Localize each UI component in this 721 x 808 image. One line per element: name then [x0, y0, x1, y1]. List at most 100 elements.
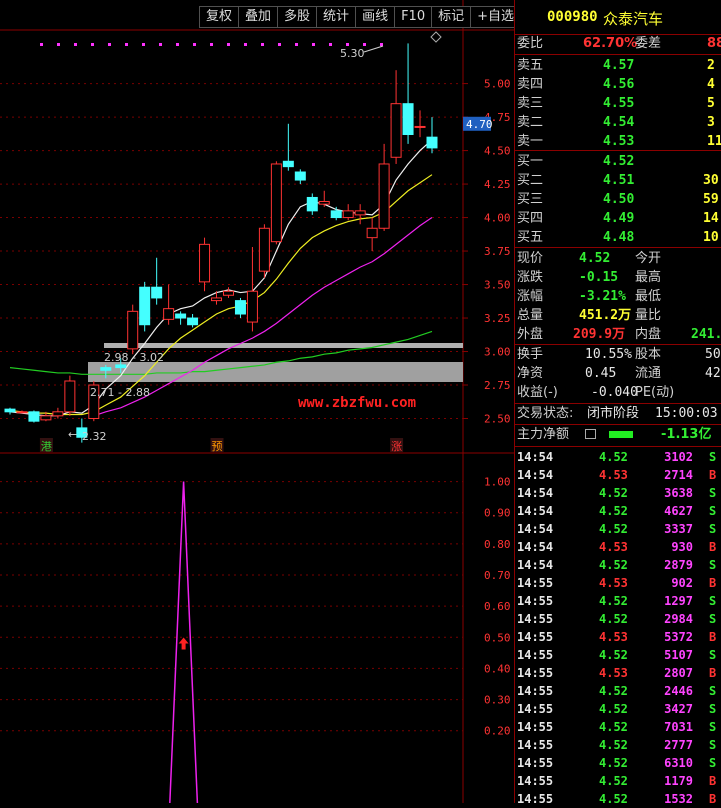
netflow-menu-icon[interactable] — [585, 429, 596, 439]
trade-side: S — [709, 486, 717, 500]
weibi-label: 委比 — [517, 36, 544, 51]
trade-volume: 3102 — [664, 450, 693, 464]
dot-marker — [91, 43, 94, 46]
toolbar-button[interactable]: F10 — [395, 6, 433, 28]
order-price: 4.50 — [603, 192, 635, 207]
stock-name[interactable]: 众泰汽车 — [603, 8, 663, 29]
toolbar-button[interactable]: 复权 — [199, 6, 240, 28]
trade-row: 14:54 4.52 3638 S — [515, 484, 721, 502]
trade-row: 14:55 4.53 2807 B — [515, 664, 721, 682]
trade-time: 14:54 — [517, 468, 554, 482]
candle-body — [115, 364, 127, 369]
fund-row: 收益(-) -0.040 PE(动) — [515, 383, 721, 402]
trade-row: 14:55 4.52 3427 S — [515, 700, 721, 718]
trade-row: 14:54 4.52 2879 S — [515, 556, 721, 574]
trade-price: 4.52 — [599, 684, 628, 698]
order-price: 4.48 — [603, 230, 635, 245]
trade-price: 4.52 — [599, 738, 628, 752]
divider — [515, 150, 721, 151]
trade-row: 14:55 4.53 902 B — [515, 574, 721, 592]
trade-time: 14:55 — [517, 720, 554, 734]
trade-time: 14:55 — [517, 684, 554, 698]
candle-body — [139, 286, 151, 326]
stat-value: -0.040 — [591, 385, 638, 400]
trade-row: 14:54 4.52 4627 S — [515, 502, 721, 520]
trade-row: 14:55 4.52 1532 B — [515, 790, 721, 808]
toolbar-button[interactable]: 叠加 — [239, 6, 279, 28]
weicha-value: 88 — [707, 36, 721, 51]
trade-status-time: 15:00:03 — [655, 406, 718, 421]
stat-value: 209.9万 — [573, 327, 626, 342]
fund-row: 净资 0.45 流通 42 — [515, 364, 721, 383]
trade-time: 14:55 — [517, 756, 554, 770]
trade-row: 14:54 4.52 3102 S — [515, 448, 721, 466]
trade-side: S — [709, 702, 717, 716]
dot-marker — [176, 43, 179, 46]
y-tick-label: 3.25 — [484, 312, 511, 325]
trade-side: S — [709, 594, 717, 608]
y-tick-label: 5.00 — [484, 78, 511, 91]
toolbar-button[interactable]: 多股 — [278, 6, 318, 28]
toolbar-button[interactable]: 画线 — [356, 6, 396, 28]
y-tick-label: 0.30 — [484, 694, 511, 707]
order-label: 买五 — [517, 230, 544, 245]
toolbar-button[interactable]: 标记 — [432, 6, 472, 28]
trade-volume: 2984 — [664, 612, 693, 626]
candle-body — [234, 300, 246, 315]
trade-price: 4.52 — [599, 504, 628, 518]
order-label: 买三 — [517, 192, 544, 207]
buy-order-row: 买五 4.48 10 — [515, 228, 721, 247]
trade-volume: 2777 — [664, 738, 693, 752]
y-tick-label: 3.00 — [484, 346, 511, 359]
resistance-zone — [104, 343, 463, 348]
trade-side: B — [709, 774, 717, 788]
dot-marker — [108, 43, 111, 46]
trade-side: B — [709, 540, 717, 554]
trade-time: 14:54 — [517, 558, 554, 572]
diamond-icon[interactable] — [430, 31, 442, 43]
trade-row: 14:55 4.52 5107 S — [515, 646, 721, 664]
trade-volume: 902 — [671, 576, 693, 590]
trade-row: 14:55 4.52 2984 S — [515, 610, 721, 628]
trade-volume: 2879 — [664, 558, 693, 572]
trade-time: 14:55 — [517, 612, 554, 626]
up-arrow-icon — [178, 637, 189, 650]
trade-volume: 3638 — [664, 486, 693, 500]
trade-volume: 1532 — [664, 792, 693, 806]
stat-label: 涨跌 — [517, 270, 544, 285]
dot-marker — [295, 43, 298, 46]
stock-code[interactable]: 000980 — [547, 9, 598, 25]
candle-body — [426, 136, 438, 149]
sell-order-row: 卖一 4.53 11 — [515, 132, 721, 151]
weibi-value: 62.70% — [583, 36, 638, 51]
quote-panel: 000980 众泰汽车 委比 62.70% 委差 88 卖五 4.57 2 卖四 4.5… — [514, 0, 721, 806]
trade-side: S — [709, 720, 717, 734]
buy-order-row: 买三 4.50 59 — [515, 190, 721, 209]
stat-value: 50 — [705, 347, 721, 362]
dot-marker — [40, 43, 43, 46]
order-price: 4.51 — [603, 173, 635, 188]
signal-marker-label: 港 — [41, 440, 52, 453]
stat-label: 收益(-) — [517, 385, 558, 400]
stat-label: 涨幅 — [517, 289, 544, 304]
trade-price: 4.52 — [599, 486, 628, 500]
buy-order-row: 买四 4.49 14 — [515, 209, 721, 228]
order-label: 买四 — [517, 211, 544, 226]
trade-price: 4.52 — [599, 450, 628, 464]
price-chart[interactable]: 5.004.754.504.254.003.753.503.253.002.75… — [0, 0, 514, 803]
trade-price: 4.52 — [599, 558, 628, 572]
sell-order-row: 卖二 4.54 3 — [515, 113, 721, 132]
toolbar-button[interactable]: 统计 — [317, 6, 357, 28]
order-price: 4.54 — [603, 115, 635, 130]
trade-row: 14:55 4.52 1179 B — [515, 772, 721, 790]
trade-side: B — [709, 792, 717, 806]
stat-label: 净资 — [517, 366, 544, 381]
quote-row: 外盘 209.9万 内盘 241. — [515, 325, 721, 344]
trade-price: 4.53 — [599, 468, 628, 482]
candle-body — [258, 227, 270, 272]
trade-row: 14:55 4.52 1297 S — [515, 592, 721, 610]
stat-label: 内盘 — [635, 327, 662, 342]
netflow-row: 主力净额 -1.13亿 — [515, 425, 721, 444]
order-label: 卖三 — [517, 96, 544, 111]
trade-time: 14:55 — [517, 594, 554, 608]
